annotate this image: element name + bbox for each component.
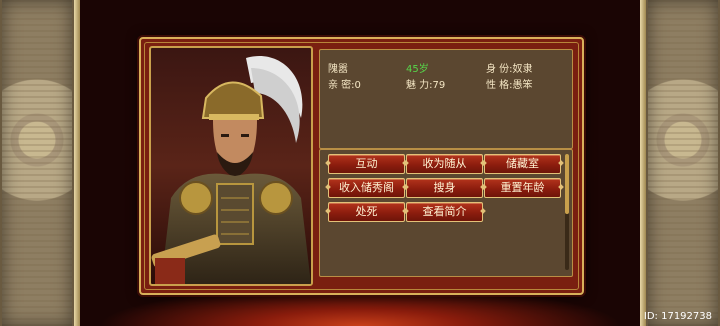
recruit-follower-button[interactable]: 收为随从 (406, 154, 483, 174)
search-body-button[interactable]: 搜身 (406, 178, 483, 198)
character-charm: 魅 力:79 (406, 80, 446, 91)
view-profile-button[interactable]: 查看简介 (406, 202, 483, 222)
execute-button[interactable]: 处死 (328, 202, 405, 222)
scrollbar-thumb[interactable] (565, 154, 569, 214)
reset-age-button[interactable]: 重置年龄 (484, 178, 561, 198)
storage-room-button[interactable]: 储藏室 (484, 154, 561, 174)
character-status: 身 份:奴隶 (486, 64, 533, 75)
action-list-scrollbar[interactable] (565, 154, 569, 270)
character-info-box: 隗嚣 45岁 身 份:奴隶 亲 密:0 魅 力:79 性 格:愚笨 (319, 49, 573, 149)
player-id-label: ID: 17192738 (643, 311, 712, 322)
character-age: 45岁 (406, 64, 429, 75)
left-pillar-decoration (0, 0, 80, 326)
character-intimacy: 亲 密:0 (328, 80, 361, 91)
add-to-chuxiuge-button[interactable]: 收入储秀阁 (328, 178, 405, 198)
action-button-grid: 互动 收为随从 储藏室 收入储秀阁 搜身 重置年龄 处死 查看简介 (319, 149, 573, 277)
right-pillar-decoration (640, 0, 720, 326)
interact-button[interactable]: 互动 (328, 154, 405, 174)
character-panel: 隗嚣 45岁 身 份:奴隶 亲 密:0 魅 力:79 性 格:愚笨 互动 收为随… (139, 37, 584, 295)
warrior-portrait-image (151, 56, 311, 284)
character-portrait (149, 46, 313, 286)
character-name: 隗嚣 (328, 64, 348, 75)
character-personality: 性 格:愚笨 (486, 80, 533, 91)
